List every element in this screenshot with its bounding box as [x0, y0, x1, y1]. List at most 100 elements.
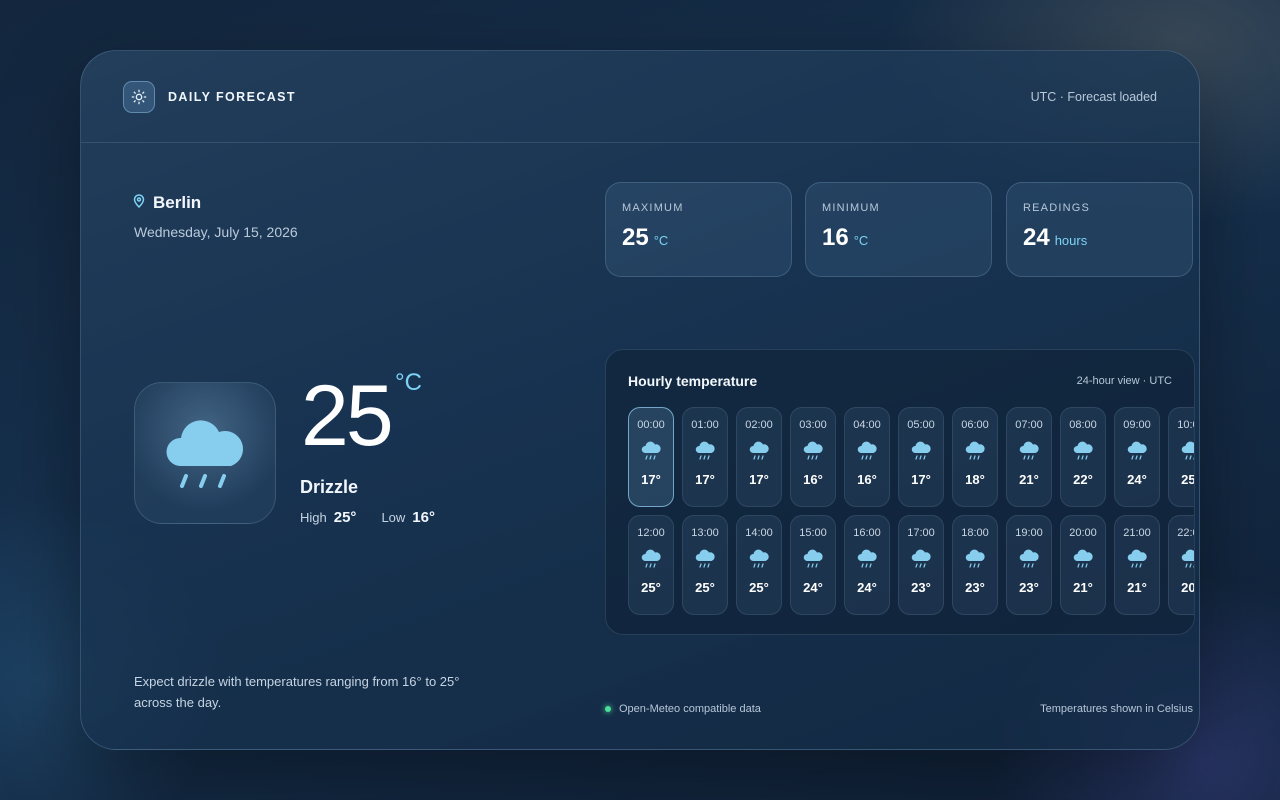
drizzle-icon: [1072, 440, 1094, 462]
hour-temperature: 18°: [965, 472, 985, 487]
hour-cell[interactable]: 08:00 22°: [1060, 407, 1106, 507]
location-pin-icon: [133, 193, 145, 213]
drizzle-icon: [964, 548, 986, 570]
hour-temperature: 25°: [641, 580, 661, 595]
hour-temperature: 25°: [749, 580, 769, 595]
drizzle-icon: [856, 440, 878, 462]
hour-temperature: 22°: [1073, 472, 1093, 487]
stat-value: 25 °C: [622, 224, 775, 252]
hour-cell[interactable]: 17:00 23°: [898, 515, 944, 615]
hour-time: 15:00: [799, 527, 827, 539]
hour-cell[interactable]: 16:00 24°: [844, 515, 890, 615]
hour-temperature: 21°: [1073, 580, 1093, 595]
hour-cell[interactable]: 02:00 17°: [736, 407, 782, 507]
low-value: 16°: [412, 509, 435, 526]
hour-cell[interactable]: 01:00 17°: [682, 407, 728, 507]
hour-time: 04:00: [853, 419, 881, 431]
drizzle-icon: [1126, 440, 1148, 462]
forecast-date: Wednesday, July 15, 2026: [134, 224, 298, 240]
drizzle-icon: [694, 548, 716, 570]
units-note: Temperatures shown in Celsius: [1040, 703, 1193, 715]
hour-time: 21:00: [1123, 527, 1151, 539]
hour-time: 03:00: [799, 419, 827, 431]
hour-temperature: 20°: [1181, 580, 1195, 595]
drizzle-icon: [964, 440, 986, 462]
stat-unit: °C: [853, 233, 869, 248]
current-temperature-unit: °C: [395, 369, 422, 396]
stat-unit: hours: [1054, 233, 1088, 248]
hour-time: 07:00: [1015, 419, 1043, 431]
drizzle-icon: [802, 548, 824, 570]
status-dot: [605, 706, 611, 712]
drizzle-icon: [694, 440, 716, 462]
hour-time: 05:00: [907, 419, 935, 431]
hour-temperature: 17°: [911, 472, 931, 487]
hour-time: 09:00: [1123, 419, 1151, 431]
hourly-meta: 24-hour view · UTC: [1076, 375, 1172, 387]
hour-time: 13:00: [691, 527, 719, 539]
hour-cell[interactable]: 06:00 18°: [952, 407, 998, 507]
brand: DAILY FORECAST: [123, 80, 296, 113]
hour-cell[interactable]: 05:00 17°: [898, 407, 944, 507]
hour-cell[interactable]: 12:00 25°: [628, 515, 674, 615]
hour-temperature: 24°: [803, 580, 823, 595]
hour-cell[interactable]: 20:00 21°: [1060, 515, 1106, 615]
forecast-card: DAILY FORECAST UTC · Forecast loaded Ber…: [80, 50, 1200, 750]
hour-cell[interactable]: 07:00 21°: [1006, 407, 1052, 507]
stat-label: MAXIMUM: [622, 202, 684, 214]
hour-cell[interactable]: 19:00 23°: [1006, 515, 1052, 615]
hour-temperature: 23°: [1019, 580, 1039, 595]
hour-cell[interactable]: 14:00 25°: [736, 515, 782, 615]
hour-cell[interactable]: 15:00 24°: [790, 515, 836, 615]
hour-temperature: 16°: [857, 472, 877, 487]
drizzle-icon: [910, 548, 932, 570]
hour-time: 12:00: [637, 527, 665, 539]
stat-number: 16: [822, 224, 849, 251]
hour-temperature: 24°: [1127, 472, 1147, 487]
hour-temperature: 21°: [1019, 472, 1039, 487]
stat-label: READINGS: [1023, 202, 1091, 214]
hour-temperature: 17°: [695, 472, 715, 487]
drizzle-icon: [748, 548, 770, 570]
hour-temperature: 23°: [965, 580, 985, 595]
hour-time: 00:00: [637, 419, 665, 431]
drizzle-icon: [1180, 548, 1194, 570]
drizzle-cloud-icon: [160, 408, 250, 499]
hour-temperature: 21°: [1127, 580, 1147, 595]
drizzle-icon: [802, 440, 824, 462]
hour-time: 01:00: [691, 419, 719, 431]
location: Berlin: [133, 193, 201, 213]
stat-number: 25: [622, 224, 649, 251]
data-source: Open-Meteo compatible data: [605, 703, 761, 715]
hour-cell[interactable]: 22:00 20°: [1168, 515, 1195, 615]
stat-card-minimum: MINIMUM 16 °C: [805, 182, 992, 277]
hour-time: 08:00: [1069, 419, 1097, 431]
hour-time: 10:00: [1177, 419, 1194, 431]
drizzle-icon: [1072, 548, 1094, 570]
high-label: High: [300, 510, 327, 525]
drizzle-icon: [748, 440, 770, 462]
hour-cell[interactable]: 21:00 21°: [1114, 515, 1160, 615]
hour-temperature: 24°: [857, 580, 877, 595]
header-status: UTC · Forecast loaded: [1030, 89, 1157, 104]
hour-temperature: 23°: [911, 580, 931, 595]
hour-cell[interactable]: 09:00 24°: [1114, 407, 1160, 507]
hour-time: 18:00: [961, 527, 989, 539]
drizzle-icon: [640, 548, 662, 570]
hour-cell[interactable]: 03:00 16°: [790, 407, 836, 507]
hourly-title: Hourly temperature: [628, 373, 758, 389]
data-source-label: Open-Meteo compatible data: [619, 703, 761, 715]
hour-temperature: 25°: [1181, 472, 1195, 487]
hour-cell[interactable]: 13:00 25°: [682, 515, 728, 615]
hour-cell[interactable]: 04:00 16°: [844, 407, 890, 507]
hour-cell[interactable]: 10:00 25°: [1168, 407, 1195, 507]
drizzle-icon: [856, 548, 878, 570]
hour-time: 22:00: [1177, 527, 1194, 539]
hour-cell[interactable]: 00:00 17°: [628, 407, 674, 507]
stat-card-maximum: MAXIMUM 25 °C: [605, 182, 792, 277]
drizzle-icon: [1018, 440, 1040, 462]
stat-label: MINIMUM: [822, 202, 880, 214]
weather-tile: [134, 382, 276, 524]
hour-cell[interactable]: 18:00 23°: [952, 515, 998, 615]
hourly-panel[interactable]: Hourly temperature 24-hour view · UTC 00…: [605, 349, 1195, 635]
